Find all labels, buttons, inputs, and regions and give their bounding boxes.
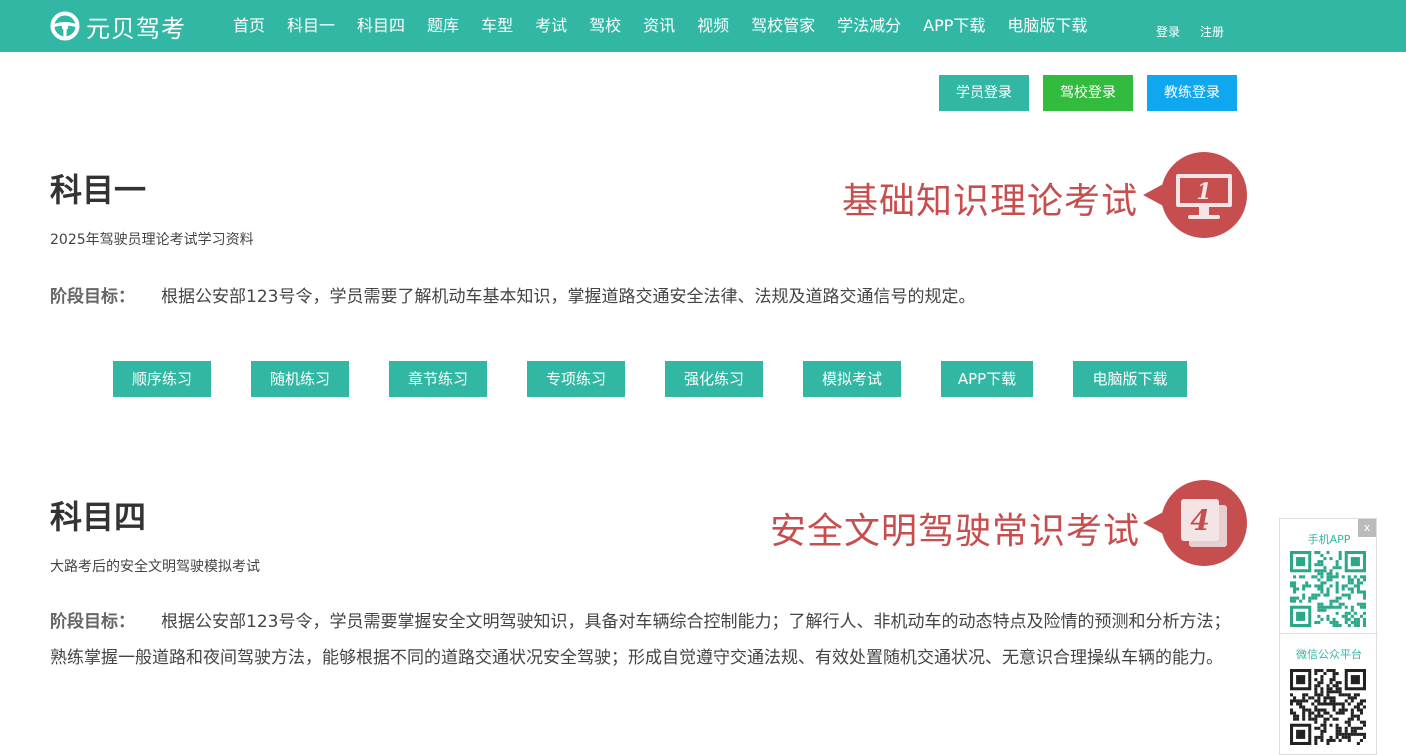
- subject4-goal-label: 阶段目标：: [50, 612, 135, 632]
- login-button-group: 学员登录 驾校登录 教练登录: [939, 75, 1251, 111]
- nav-item-home[interactable]: 首页: [222, 0, 276, 52]
- subject4-badge-number: 4: [1190, 504, 1209, 537]
- nav-item-study-law[interactable]: 学法减分: [826, 0, 912, 52]
- steering-wheel-icon: [50, 11, 80, 41]
- logo-text: 元贝驾考: [86, 14, 186, 43]
- nav-item-subject4[interactable]: 科目四: [346, 0, 416, 52]
- wechat-qr-code: [1290, 669, 1366, 745]
- register-link[interactable]: 注册: [1200, 23, 1224, 40]
- nav-item-news[interactable]: 资讯: [632, 0, 686, 52]
- subject1-goal-label: 阶段目标：: [50, 287, 135, 307]
- subject4-subtitle: 大路考后的安全文明驾驶模拟考试: [50, 559, 260, 575]
- login-link[interactable]: 登录: [1156, 23, 1180, 40]
- nav-item-driving-school[interactable]: 驾校: [578, 0, 632, 52]
- subject1-goal: 阶段目标： 根据公安部123号令，学员需要了解机动车基本知识，掌握道路交通安全法律…: [50, 279, 1250, 315]
- subject4-slogan: 安全文明驾驶常识考试: [770, 511, 1141, 552]
- nav-item-vehicle-type[interactable]: 车型: [470, 0, 524, 52]
- subject1-badge-number: 1: [1196, 179, 1211, 205]
- top-navigation-bar: 元贝驾考 首页 科目一 科目四 题库 车型 考试 驾校 资讯 视频 驾校管家 学…: [0, 0, 1406, 52]
- qr-code-panel: x 手机APP 微信公众平台: [1279, 518, 1378, 755]
- subject1-subtitle: 2025年驾驶员理论考试学习资料: [50, 232, 254, 248]
- main-nav: 首页 科目一 科目四 题库 车型 考试 驾校 资讯 视频 驾校管家 学法减分 A…: [222, 0, 1098, 52]
- topic-practice-button[interactable]: 专项练习: [527, 361, 625, 397]
- subject4-goal: 阶段目标： 根据公安部123号令，学员需要掌握安全文明驾驶知识，具备对车辆综合控制…: [50, 604, 1246, 676]
- nav-item-pc-download[interactable]: 电脑版下载: [996, 0, 1098, 52]
- practice-button-group: 顺序练习 随机练习 章节练习 专项练习 强化练习 模拟考试 APP下载 电脑版下…: [113, 361, 1187, 397]
- app-qr-code: [1290, 551, 1366, 627]
- qr-divider: [1280, 633, 1378, 634]
- app-qr-label: 手机APP: [1307, 533, 1351, 546]
- nav-item-school-manager[interactable]: 驾校管家: [740, 0, 826, 52]
- nav-item-video[interactable]: 视频: [686, 0, 740, 52]
- nav-item-app-download[interactable]: APP下载: [912, 0, 996, 52]
- subject1-title: 科目一: [50, 171, 147, 209]
- site-logo[interactable]: 元贝驾考: [50, 9, 186, 43]
- app-download-button[interactable]: APP下载: [941, 361, 1033, 397]
- pages-icon: 4: [1143, 480, 1247, 566]
- auth-links: 登录 注册: [1156, 0, 1244, 62]
- subject4-title: 科目四: [50, 498, 147, 536]
- sequential-practice-button[interactable]: 顺序练习: [113, 361, 211, 397]
- nav-item-question-bank[interactable]: 题库: [416, 0, 470, 52]
- subject1-slogan: 基础知识理论考试: [842, 181, 1139, 222]
- chapter-practice-button[interactable]: 章节练习: [389, 361, 487, 397]
- pc-download-button[interactable]: 电脑版下载: [1073, 361, 1187, 397]
- monitor-icon: 1: [1143, 152, 1247, 238]
- school-login-button[interactable]: 驾校登录: [1043, 75, 1133, 111]
- mock-exam-button[interactable]: 模拟考试: [803, 361, 901, 397]
- coach-login-button[interactable]: 教练登录: [1147, 75, 1237, 111]
- subject1-goal-text: 根据公安部123号令，学员需要了解机动车基本知识，掌握道路交通安全法律、法规及道…: [161, 287, 976, 307]
- random-practice-button[interactable]: 随机练习: [251, 361, 349, 397]
- subject4-goal-text: 根据公安部123号令，学员需要掌握安全文明驾驶知识，具备对车辆综合控制能力；了解…: [50, 612, 1231, 668]
- student-login-button[interactable]: 学员登录: [939, 75, 1029, 111]
- nav-item-exam[interactable]: 考试: [524, 0, 578, 52]
- nav-item-subject1[interactable]: 科目一: [276, 0, 346, 52]
- intensive-practice-button[interactable]: 强化练习: [665, 361, 763, 397]
- wechat-qr-label: 微信公众平台: [1296, 648, 1362, 661]
